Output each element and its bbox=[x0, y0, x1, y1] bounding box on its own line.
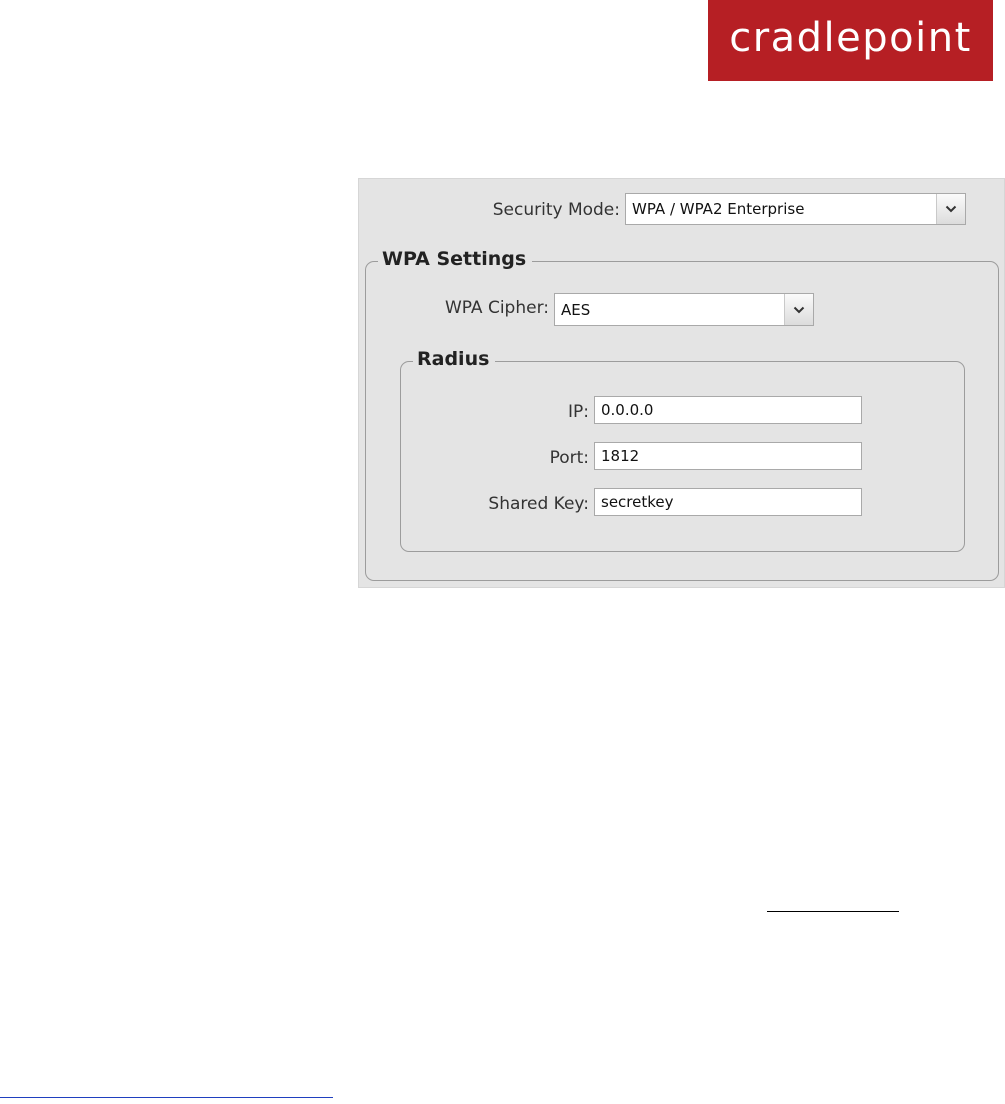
port-value: 1812 bbox=[601, 447, 640, 465]
shared-key-value: secretkey bbox=[601, 493, 674, 511]
ip-label: IP: bbox=[568, 402, 589, 422]
ip-input[interactable]: 0.0.0.0 bbox=[594, 396, 862, 424]
wpa-settings-fieldset: WPA Settings WPA Cipher: AES Radius IP: … bbox=[365, 248, 999, 581]
ip-value: 0.0.0.0 bbox=[601, 401, 654, 419]
wpa-cipher-label: WPA Cipher: bbox=[444, 298, 549, 318]
wpa-cipher-value: AES bbox=[561, 300, 591, 319]
security-mode-label: Security Mode: bbox=[492, 200, 620, 220]
security-mode-value: WPA / WPA2 Enterprise bbox=[632, 200, 805, 218]
logo-text: cradlepoint bbox=[729, 14, 972, 61]
chevron-down-icon[interactable] bbox=[784, 294, 813, 325]
port-label: Port: bbox=[549, 448, 589, 468]
shared-key-input[interactable]: secretkey bbox=[594, 488, 862, 516]
security-mode-select[interactable]: WPA / WPA2 Enterprise bbox=[625, 193, 966, 225]
port-input[interactable]: 1812 bbox=[594, 442, 862, 470]
hyperlink-underline[interactable] bbox=[0, 1097, 333, 1098]
radius-fieldset: Radius IP: 0.0.0.0 Port: 1812 Shared Key… bbox=[400, 348, 965, 552]
wpa-settings-legend: WPA Settings bbox=[378, 248, 533, 270]
wpa-cipher-select[interactable]: AES bbox=[554, 293, 814, 326]
cradlepoint-logo: cradlepoint bbox=[708, 0, 993, 81]
radius-legend: Radius bbox=[413, 348, 496, 370]
underline-mark bbox=[767, 911, 899, 912]
chevron-down-icon[interactable] bbox=[936, 194, 965, 224]
shared-key-label: Shared Key: bbox=[488, 494, 589, 514]
wireless-security-panel: Security Mode: WPA / WPA2 Enterprise WPA… bbox=[358, 178, 1005, 588]
